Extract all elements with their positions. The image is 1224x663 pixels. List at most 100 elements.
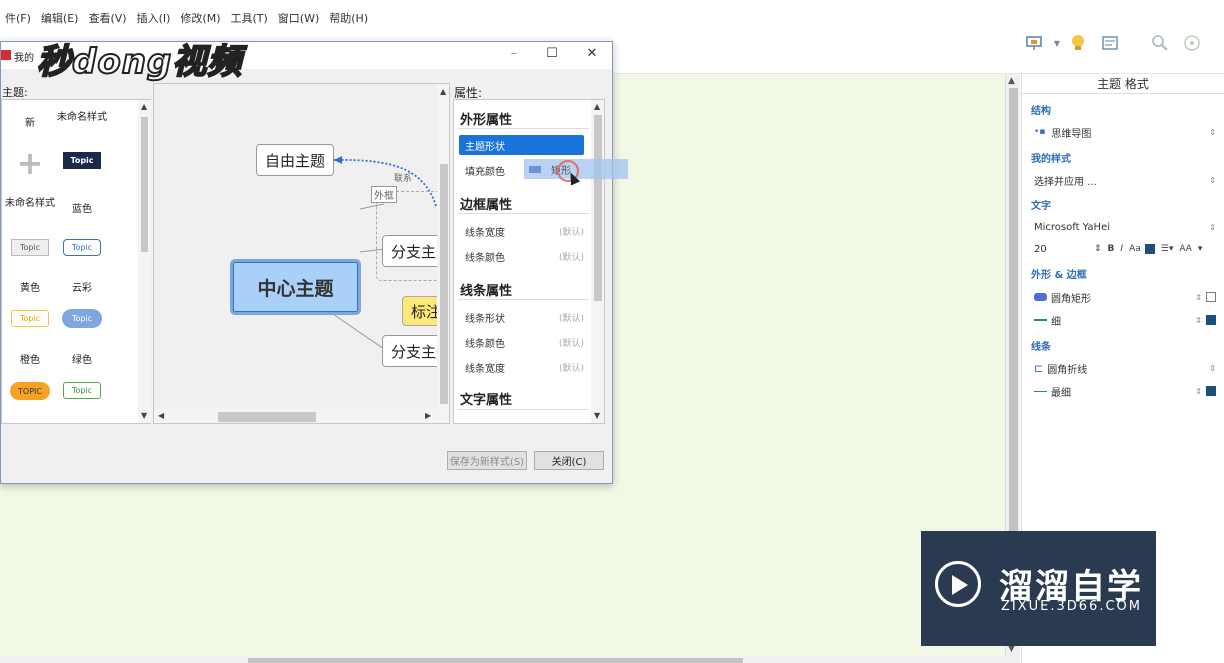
stepper-icon[interactable]: ⇕ <box>1195 316 1202 325</box>
font-family-value: Microsoft YaHei <box>1034 221 1110 233</box>
stepper-icon[interactable]: ⇕ <box>1195 387 1202 396</box>
topic-style-thumb[interactable]: Topic <box>63 152 101 169</box>
menu-modify[interactable]: 修改(M) <box>175 10 225 26</box>
canvas-horizontal-scrollbar[interactable] <box>0 657 1020 663</box>
scroll-thumb[interactable] <box>594 115 602 301</box>
divider <box>458 409 589 410</box>
maximize-icon[interactable]: ☐ <box>542 46 562 66</box>
topic-style-thumb[interactable]: Topic <box>11 310 49 327</box>
font-size-value[interactable]: 20 <box>1034 244 1088 255</box>
boundary-label[interactable]: 外框 <box>371 186 397 203</box>
structure-select[interactable]: •▪ 思维导图 ⇕ <box>1034 122 1216 142</box>
line-width-row[interactable]: 线条宽度 (默认) <box>459 357 584 377</box>
new-style-thumb[interactable]: + <box>10 143 50 183</box>
scroll-left-icon[interactable]: ◀ <box>158 411 164 420</box>
my-style-value: 选择并应用 ... <box>1034 176 1097 188</box>
italic-button[interactable]: I <box>1120 244 1123 254</box>
stepper-icon[interactable]: ⇕ <box>1209 176 1216 185</box>
save-as-new-style-button[interactable]: 保存为新样式(S) <box>447 451 527 470</box>
menu-insert[interactable]: 插入(I) <box>132 10 176 26</box>
font-family-select[interactable]: Microsoft YaHei ⇕ <box>1034 217 1216 237</box>
stepper-icon[interactable]: ⇕ <box>1209 364 1216 373</box>
presentation-icon[interactable] <box>1025 34 1043 52</box>
thinnest-line-icon <box>1034 390 1047 392</box>
scroll-thumb[interactable] <box>248 658 743 663</box>
properties-panel: 外形属性 主题形状 填充颜色 边框属性 线条宽度 (默认) 线条颜色 (默认) … <box>453 99 605 424</box>
central-topic-node[interactable]: 中心主题 <box>230 259 361 315</box>
topic-style-thumb[interactable]: Topic <box>62 309 102 328</box>
align-icon[interactable]: ☰▾ <box>1161 244 1174 254</box>
border-width-row[interactable]: 线条宽度 (默认) <box>459 221 584 241</box>
preview-vertical-scrollbar[interactable]: ▲ <box>437 84 449 423</box>
close-icon[interactable]: ✕ <box>582 46 602 66</box>
shape-select[interactable]: 圆角矩形 ⇕ <box>1034 287 1216 307</box>
outline-view-icon[interactable] <box>1101 34 1119 52</box>
border-color-row[interactable]: 线条颜色 (默认) <box>459 246 584 266</box>
free-topic-node[interactable]: 自由主题 <box>256 144 334 176</box>
stepper-icon[interactable]: ⇕ <box>1209 223 1216 232</box>
properties-scrollbar[interactable]: ▲ ▼ <box>591 100 604 423</box>
border-select[interactable]: 细 ⇕ <box>1034 310 1216 330</box>
scroll-right-icon[interactable]: ▶ <box>425 411 431 420</box>
line-shape-label: 线条形状 <box>465 313 505 325</box>
elbow-line-icon: ⊏ <box>1034 361 1044 375</box>
line-shape-select[interactable]: ⊏ 圆角折线 ⇕ <box>1034 358 1216 378</box>
text-color-swatch[interactable] <box>1144 244 1155 254</box>
topic-list-scrollbar[interactable]: ▲ ▼ <box>138 100 151 423</box>
stepper-icon[interactable]: ⇕ <box>1195 293 1202 302</box>
minimize-icon[interactable]: – <box>504 46 524 66</box>
scroll-thumb[interactable] <box>1009 88 1018 578</box>
close-dialog-button[interactable]: 关闭(C) <box>534 451 604 470</box>
topic-style-list[interactable]: 新 + 未命名样式 Topic 未命名样式 Topic 蓝色 Topic 黄色 … <box>1 99 151 424</box>
scroll-thumb[interactable] <box>440 164 448 404</box>
scroll-thumb[interactable] <box>218 412 316 422</box>
text-properties-heading: 文字属性 <box>460 393 513 408</box>
topic-style-thumb[interactable]: Topic <box>63 239 101 256</box>
text-case-button[interactable]: Aa <box>1129 244 1141 254</box>
relationship-label[interactable]: 联系 <box>394 171 412 184</box>
menu-view[interactable]: 查看(V) <box>83 10 131 26</box>
scroll-thumb[interactable] <box>141 117 148 252</box>
border-color-swatch[interactable] <box>1206 315 1216 325</box>
lightbulb-icon[interactable] <box>1069 34 1087 52</box>
default-value: (默认) <box>558 252 584 263</box>
fill-color-label: 填充颜色 <box>465 166 505 178</box>
line-color-row[interactable]: 线条颜色 (默认) <box>459 332 584 352</box>
chevron-down-icon[interactable]: ▼ <box>1048 34 1066 52</box>
topic-style-thumb[interactable]: Topic <box>63 382 101 399</box>
menu-tools[interactable]: 工具(T) <box>225 10 272 26</box>
line-properties-heading: 线条属性 <box>460 284 513 299</box>
scroll-up-icon[interactable]: ▲ <box>594 102 600 111</box>
line-shape-row[interactable]: 线条形状 (默认) <box>459 307 584 327</box>
scroll-up-icon[interactable]: ▲ <box>440 87 446 96</box>
scroll-up-icon[interactable]: ▲ <box>1008 76 1015 86</box>
scroll-up-icon[interactable]: ▲ <box>141 102 147 111</box>
line-width-select[interactable]: 最细 ⇕ <box>1034 381 1216 401</box>
my-style-label: 我的样式 <box>1031 154 1071 165</box>
stepper-icon[interactable]: ⇕ <box>1094 244 1102 254</box>
menu-edit[interactable]: 编辑(E) <box>36 10 84 26</box>
menu-file[interactable]: 件(F) <box>0 10 36 26</box>
scroll-down-icon[interactable]: ▼ <box>141 411 147 420</box>
menu-help[interactable]: 帮助(H) <box>324 10 373 26</box>
shape-border-label: 外形 & 边框 <box>1031 270 1087 281</box>
default-value: (默认) <box>558 363 584 374</box>
stepper-icon[interactable]: ⇕ <box>1209 128 1216 137</box>
topic-style-thumb[interactable]: TOPIC <box>10 382 50 400</box>
scroll-down-icon[interactable]: ▼ <box>594 411 600 420</box>
line-color-swatch[interactable] <box>1206 386 1216 396</box>
search-icon[interactable] <box>1151 34 1169 52</box>
preview-horizontal-scrollbar[interactable]: ◀ ▶ <box>154 409 437 423</box>
line-width-value: 最细 <box>1051 387 1071 399</box>
menu-window[interactable]: 窗口(W) <box>273 10 324 26</box>
fill-color-swatch[interactable] <box>1206 292 1216 302</box>
font-size-toggle[interactable]: AA <box>1179 244 1192 254</box>
dialog-titlebar[interactable]: 我的 秒dong视频 – ☐ ✕ <box>1 41 612 83</box>
topic-style-thumb[interactable]: Topic <box>11 239 49 256</box>
bold-button[interactable]: B <box>1108 244 1115 254</box>
chevron-down-icon[interactable]: ▾ <box>1198 244 1203 254</box>
share-icon[interactable] <box>1183 34 1201 52</box>
my-style-select[interactable]: 选择并应用 ... ⇕ <box>1034 170 1216 190</box>
menu-bar: 件(F) 编辑(E) 查看(V) 插入(I) 修改(M) 工具(T) 窗口(W)… <box>0 8 1224 28</box>
topic-shape-row[interactable]: 主题形状 <box>459 135 584 155</box>
